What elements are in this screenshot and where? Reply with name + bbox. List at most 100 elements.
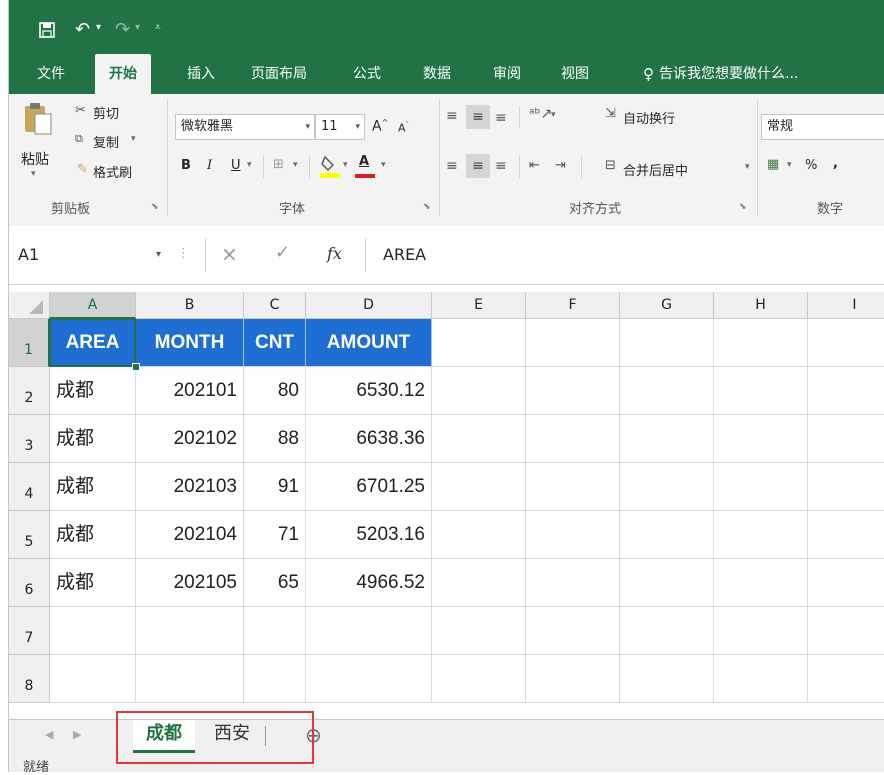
format-painter-icon[interactable]: ✎: [77, 162, 88, 177]
empty-cell[interactable]: [306, 655, 432, 703]
row-header-8[interactable]: 8: [9, 655, 50, 703]
empty-cell[interactable]: [306, 607, 432, 655]
insert-function-icon[interactable]: fx: [327, 244, 342, 263]
italic-button[interactable]: I: [207, 158, 212, 173]
header-cell[interactable]: CNT: [244, 319, 306, 367]
column-header-b[interactable]: B: [136, 292, 244, 319]
column-header-c[interactable]: C: [244, 292, 306, 319]
empty-cell[interactable]: [620, 607, 714, 655]
empty-cell[interactable]: [526, 511, 620, 559]
empty-cell[interactable]: [808, 559, 884, 607]
scroll-right-icon[interactable]: ▶: [73, 728, 81, 741]
column-header-i[interactable]: I: [808, 292, 884, 319]
empty-cell[interactable]: [526, 559, 620, 607]
empty-cell[interactable]: [714, 319, 808, 367]
table-cell[interactable]: 成都: [50, 559, 136, 607]
bold-button[interactable]: B: [181, 158, 191, 173]
cut-button[interactable]: 剪切: [93, 103, 119, 122]
table-cell[interactable]: 80: [244, 367, 306, 415]
font-color-button[interactable]: A: [359, 154, 369, 169]
scroll-left-icon[interactable]: ◀: [45, 728, 53, 741]
empty-cell[interactable]: [620, 511, 714, 559]
underline-button[interactable]: U: [231, 158, 241, 173]
header-cell[interactable]: AMOUNT: [306, 319, 432, 367]
clipboard-launcher-icon[interactable]: ⬊: [151, 202, 159, 212]
empty-cell[interactable]: [432, 463, 526, 511]
empty-cell[interactable]: [432, 511, 526, 559]
empty-cell[interactable]: [714, 463, 808, 511]
empty-cell[interactable]: [808, 415, 884, 463]
row-header-7[interactable]: 7: [9, 607, 50, 655]
decrease-indent-icon[interactable]: ⇤: [529, 158, 540, 173]
paste-dropdown-icon[interactable]: ▾: [31, 169, 36, 179]
empty-cell[interactable]: [432, 415, 526, 463]
tab-view[interactable]: 视图: [547, 54, 603, 94]
empty-cell[interactable]: [432, 319, 526, 367]
cut-icon[interactable]: ✂: [75, 103, 86, 118]
table-cell[interactable]: 5203.16: [306, 511, 432, 559]
empty-cell[interactable]: [432, 655, 526, 703]
fill-color-icon[interactable]: [319, 154, 341, 182]
merge-dropdown-icon[interactable]: ▾: [745, 162, 750, 172]
table-cell[interactable]: 成都: [50, 415, 136, 463]
table-cell[interactable]: 202101: [136, 367, 244, 415]
tab-page-layout[interactable]: 页面布局: [239, 54, 319, 94]
tab-home[interactable]: 开始: [95, 54, 151, 94]
tell-me-box[interactable]: 告诉我您想要做什么...: [659, 54, 859, 94]
empty-cell[interactable]: [620, 559, 714, 607]
paste-icon[interactable]: [23, 102, 53, 140]
underline-dropdown-icon[interactable]: ▾: [247, 160, 252, 170]
table-cell[interactable]: 6530.12: [306, 367, 432, 415]
row-header-4[interactable]: 4: [9, 463, 50, 511]
header-cell[interactable]: MONTH: [136, 319, 244, 367]
customize-qat-icon[interactable]: ⩡: [155, 22, 161, 33]
formula-input[interactable]: AREA: [383, 245, 426, 264]
percent-button[interactable]: %: [805, 158, 817, 173]
column-header-h[interactable]: H: [714, 292, 808, 319]
empty-cell[interactable]: [620, 367, 714, 415]
comma-button[interactable]: ,: [833, 156, 838, 171]
tab-formulas[interactable]: 公式: [339, 54, 395, 94]
table-cell[interactable]: 4966.52: [306, 559, 432, 607]
empty-cell[interactable]: [808, 367, 884, 415]
empty-cell[interactable]: [620, 415, 714, 463]
empty-cell[interactable]: [244, 655, 306, 703]
empty-cell[interactable]: [714, 367, 808, 415]
fill-handle[interactable]: [132, 363, 140, 371]
column-header-a[interactable]: A: [50, 292, 136, 319]
undo-dropdown-icon[interactable]: ▾: [96, 22, 101, 33]
row-header-2[interactable]: 2: [9, 367, 50, 415]
grow-font-icon[interactable]: A^: [372, 118, 388, 135]
empty-cell[interactable]: [432, 607, 526, 655]
empty-cell[interactable]: [808, 463, 884, 511]
fill-color-dropdown-icon[interactable]: ▾: [343, 160, 348, 170]
empty-cell[interactable]: [714, 559, 808, 607]
orientation-dropdown-icon[interactable]: ▾: [551, 110, 556, 120]
row-header-6[interactable]: 6: [9, 559, 50, 607]
empty-cell[interactable]: [526, 463, 620, 511]
table-cell[interactable]: 6638.36: [306, 415, 432, 463]
column-header-g[interactable]: G: [620, 292, 714, 319]
font-color-dropdown-icon[interactable]: ▾: [381, 160, 386, 170]
table-cell[interactable]: 88: [244, 415, 306, 463]
empty-cell[interactable]: [50, 655, 136, 703]
font-launcher-icon[interactable]: ⬊: [423, 202, 431, 212]
empty-cell[interactable]: [620, 319, 714, 367]
wrap-text-icon[interactable]: ⇲: [605, 106, 616, 121]
empty-cell[interactable]: [526, 607, 620, 655]
border-icon[interactable]: ⊞: [273, 157, 284, 172]
empty-cell[interactable]: [620, 463, 714, 511]
empty-cell[interactable]: [714, 655, 808, 703]
empty-cell[interactable]: [714, 607, 808, 655]
row-header-1[interactable]: 1: [9, 319, 50, 367]
increase-indent-icon[interactable]: ⇥: [555, 158, 566, 173]
number-format-select[interactable]: 常规: [761, 114, 884, 140]
table-cell[interactable]: 202105: [136, 559, 244, 607]
empty-cell[interactable]: [620, 655, 714, 703]
copy-icon[interactable]: ⧉: [75, 132, 83, 146]
select-all-button[interactable]: [9, 292, 50, 319]
copy-button[interactable]: 复制: [93, 132, 119, 151]
empty-cell[interactable]: [136, 607, 244, 655]
table-cell[interactable]: 成都: [50, 463, 136, 511]
column-header-f[interactable]: F: [526, 292, 620, 319]
